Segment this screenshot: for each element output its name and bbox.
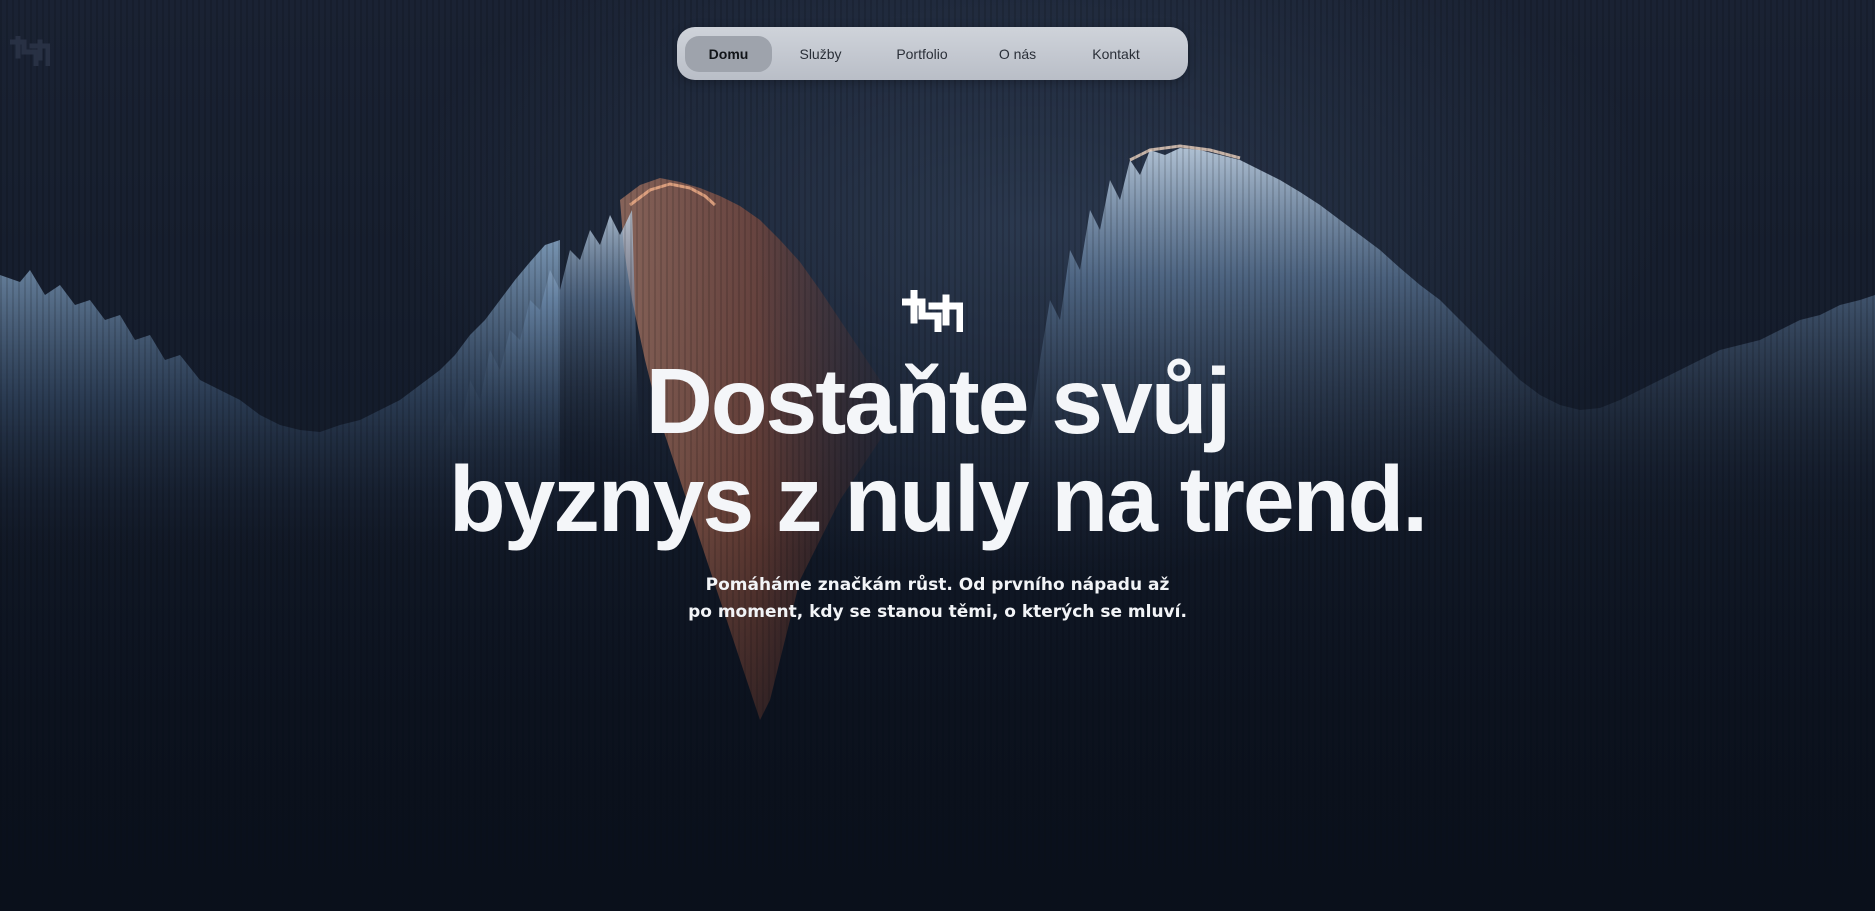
headline-line-1: Dostaňte svůj — [645, 349, 1232, 453]
headline-line-2: byznys z nuly na trend. — [448, 447, 1428, 551]
main-navigation: Domu Služby Portfolio O nás Kontakt — [677, 27, 1188, 80]
th-monogram-icon — [902, 290, 963, 332]
hero-subtitle: Pomáháme značkám růst. Od prvního nápadu… — [0, 572, 1875, 626]
nav-item-kontakt[interactable]: Kontakt — [1060, 36, 1172, 72]
nav-item-domu[interactable]: Domu — [685, 35, 772, 72]
th-monogram-icon[interactable] — [10, 36, 50, 66]
subtitle-line-2: po moment, kdy se stanou těmi, o kterých… — [688, 602, 1187, 622]
hero-section: Domu Služby Portfolio O nás Kontakt Dost… — [0, 0, 1875, 911]
subtitle-line-1: Pomáháme značkám růst. Od prvního nápadu… — [705, 575, 1170, 595]
hero-headline: Dostaňte svůj byznys z nuly na trend. — [0, 352, 1875, 548]
nav-item-portfolio[interactable]: Portfolio — [869, 36, 975, 72]
nav-item-o-nas[interactable]: O nás — [975, 36, 1060, 72]
nav-item-sluzby[interactable]: Služby — [772, 36, 869, 72]
